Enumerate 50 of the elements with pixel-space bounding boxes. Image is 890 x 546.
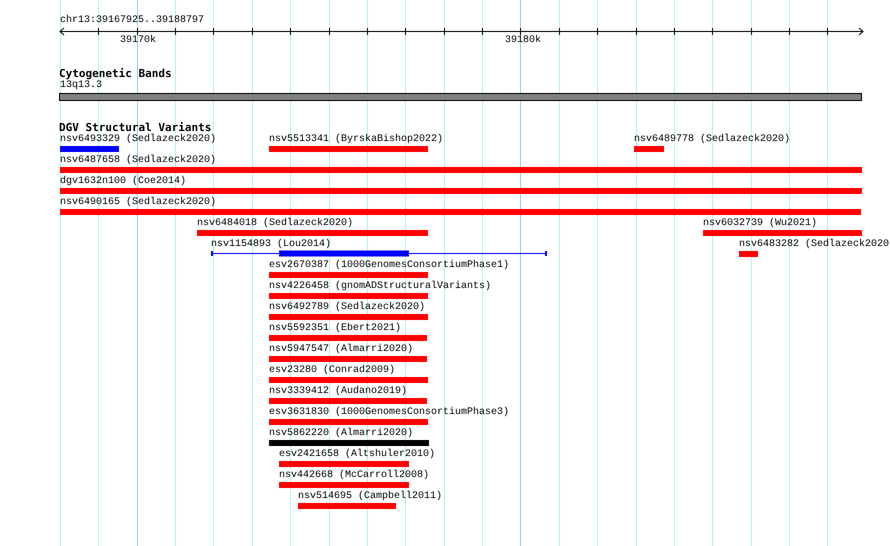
variant-label: nsv6483282 (Sedlazeck2020 [739, 239, 890, 251]
variant-bar[interactable] [298, 503, 396, 509]
variant-bar[interactable] [269, 440, 429, 446]
tick-label: 39170k [120, 35, 156, 47]
variant-label: esv3631830 (1000GenomesConsortiumPhase3) [269, 407, 510, 419]
variant-bar[interactable] [269, 335, 427, 341]
variant-label: nsv5862220 (Almarri2020) [269, 428, 414, 440]
variant-label: nsv442668 (McCarroll2008) [279, 470, 430, 482]
variant-bar[interactable] [60, 188, 862, 194]
variant-label: nsv514695 (Campbell2011) [298, 491, 442, 503]
variant-label: nsv6493329 (Sedlazeck2020) [60, 134, 216, 146]
variant-bar[interactable] [703, 230, 862, 236]
location-label: chr13:39167925..39188797 [60, 15, 204, 27]
variant-label: nsv6032739 (Wu2021) [703, 218, 818, 230]
variant-label: nsv5513341 (ByrskaBishop2022) [269, 134, 444, 146]
variant-bar[interactable] [634, 146, 664, 152]
variant-bar[interactable] [60, 146, 119, 152]
variant-bar[interactable] [739, 251, 758, 257]
variant-bar[interactable] [269, 314, 428, 320]
variant-label: nsv6487658 (Sedlazeck2020) [60, 155, 216, 167]
band-label: 13q13.3 [60, 80, 102, 92]
variant-bar[interactable] [269, 272, 428, 278]
track-title: DGV Structural Variants [59, 121, 212, 134]
variant-label: nsv3339412 (Audano2019) [269, 386, 408, 398]
variant-bar[interactable] [60, 209, 861, 215]
variant-label: nsv6489778 (Sedlazeck2020) [634, 134, 790, 146]
variant-bar[interactable] [269, 377, 428, 383]
variant-bar[interactable] [279, 482, 409, 488]
variant-bar[interactable] [197, 230, 428, 236]
variant-label: nsv6484018 (Sedlazeck2020) [197, 218, 354, 230]
variant-label: nsv6492789 (Sedlazeck2020) [269, 302, 426, 314]
variant-bar[interactable] [60, 167, 862, 173]
variant-bar[interactable] [269, 356, 427, 362]
tick-label: 39180k [505, 35, 542, 47]
variant-label: nsv1154893 (Lou2014) [211, 239, 332, 251]
variant-label: nsv5947547 (Almarri2020) [269, 344, 414, 356]
variant-label: nsv6490165 (Sedlazeck2020) [60, 197, 216, 209]
variant-label: nsv4226458 (gnomADStructuralVariants) [269, 281, 492, 293]
variant-label: esv2670387 (1000GenomesConsortiumPhase1) [269, 260, 510, 272]
variant-bar[interactable] [269, 398, 427, 404]
track-title: Cytogenetic Bands [59, 67, 172, 80]
variant-label: dgv1632n100 (Coe2014) [60, 176, 186, 188]
variant-label: esv23280 (Conrad2009) [269, 365, 396, 377]
variant-bar[interactable] [269, 146, 428, 152]
variant-range-bar[interactable] [211, 250, 547, 256]
variant-bar[interactable] [269, 419, 428, 425]
variant-label: nsv5592351 (Ebert2021) [269, 323, 402, 335]
variant-bar[interactable] [279, 461, 409, 467]
variant-label: esv2421658 (Altshuler2010) [279, 449, 436, 461]
variant-bar[interactable] [269, 293, 428, 299]
